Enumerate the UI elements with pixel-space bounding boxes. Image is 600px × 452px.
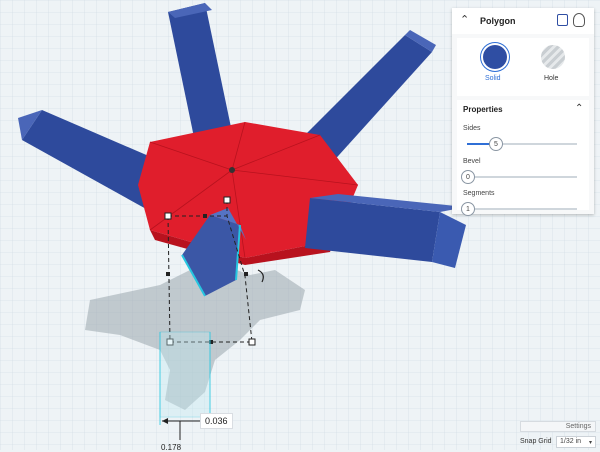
hole-swatch-button[interactable]	[541, 45, 565, 69]
bulb-icon[interactable]	[573, 13, 585, 27]
solid-swatch-button[interactable]	[483, 45, 507, 69]
lock-icon[interactable]	[557, 14, 568, 26]
properties-section: Properties ⌃ Sides 5 Bevel 0 Segments 1	[457, 100, 589, 216]
hole-label: Hole	[544, 75, 559, 82]
dimension-readout-cut[interactable]: 0.178	[157, 444, 185, 452]
segments-label: Segments	[463, 190, 495, 197]
collapse-chevron-icon[interactable]: ⌃	[460, 13, 469, 26]
segments-slider-track[interactable]	[467, 208, 577, 210]
dropdown-arrow-icon: ▾	[588, 440, 592, 446]
shape-inspector-panel: ⌃ Polygon Solid Hole Properties ⌃ Sides …	[452, 8, 594, 216]
segments-slider-knob[interactable]: 1	[461, 202, 475, 216]
snap-grid-select[interactable]: 1/32 in ▾	[556, 436, 596, 448]
properties-chevron-icon[interactable]: ⌃	[575, 103, 583, 114]
snap-grid-label: Snap Grid	[520, 438, 552, 445]
properties-title: Properties	[463, 105, 503, 114]
bevel-slider-knob[interactable]: 0	[461, 170, 475, 184]
solid-label: Solid	[485, 75, 501, 82]
ruler-highlight	[159, 331, 211, 418]
bevel-slider-track[interactable]	[467, 176, 577, 178]
bevel-label: Bevel	[463, 158, 481, 165]
shape-title: Polygon	[480, 16, 516, 26]
dimension-readout[interactable]: 0.036	[200, 413, 233, 429]
sides-slider-knob[interactable]: 5	[489, 137, 503, 151]
inspector-header: ⌃ Polygon	[452, 8, 594, 34]
solid-hole-section: Solid Hole	[457, 38, 589, 96]
sides-label: Sides	[463, 125, 481, 132]
settings-button[interactable]: Settings	[520, 421, 596, 432]
snap-grid-value: 1/32 in	[560, 438, 582, 445]
